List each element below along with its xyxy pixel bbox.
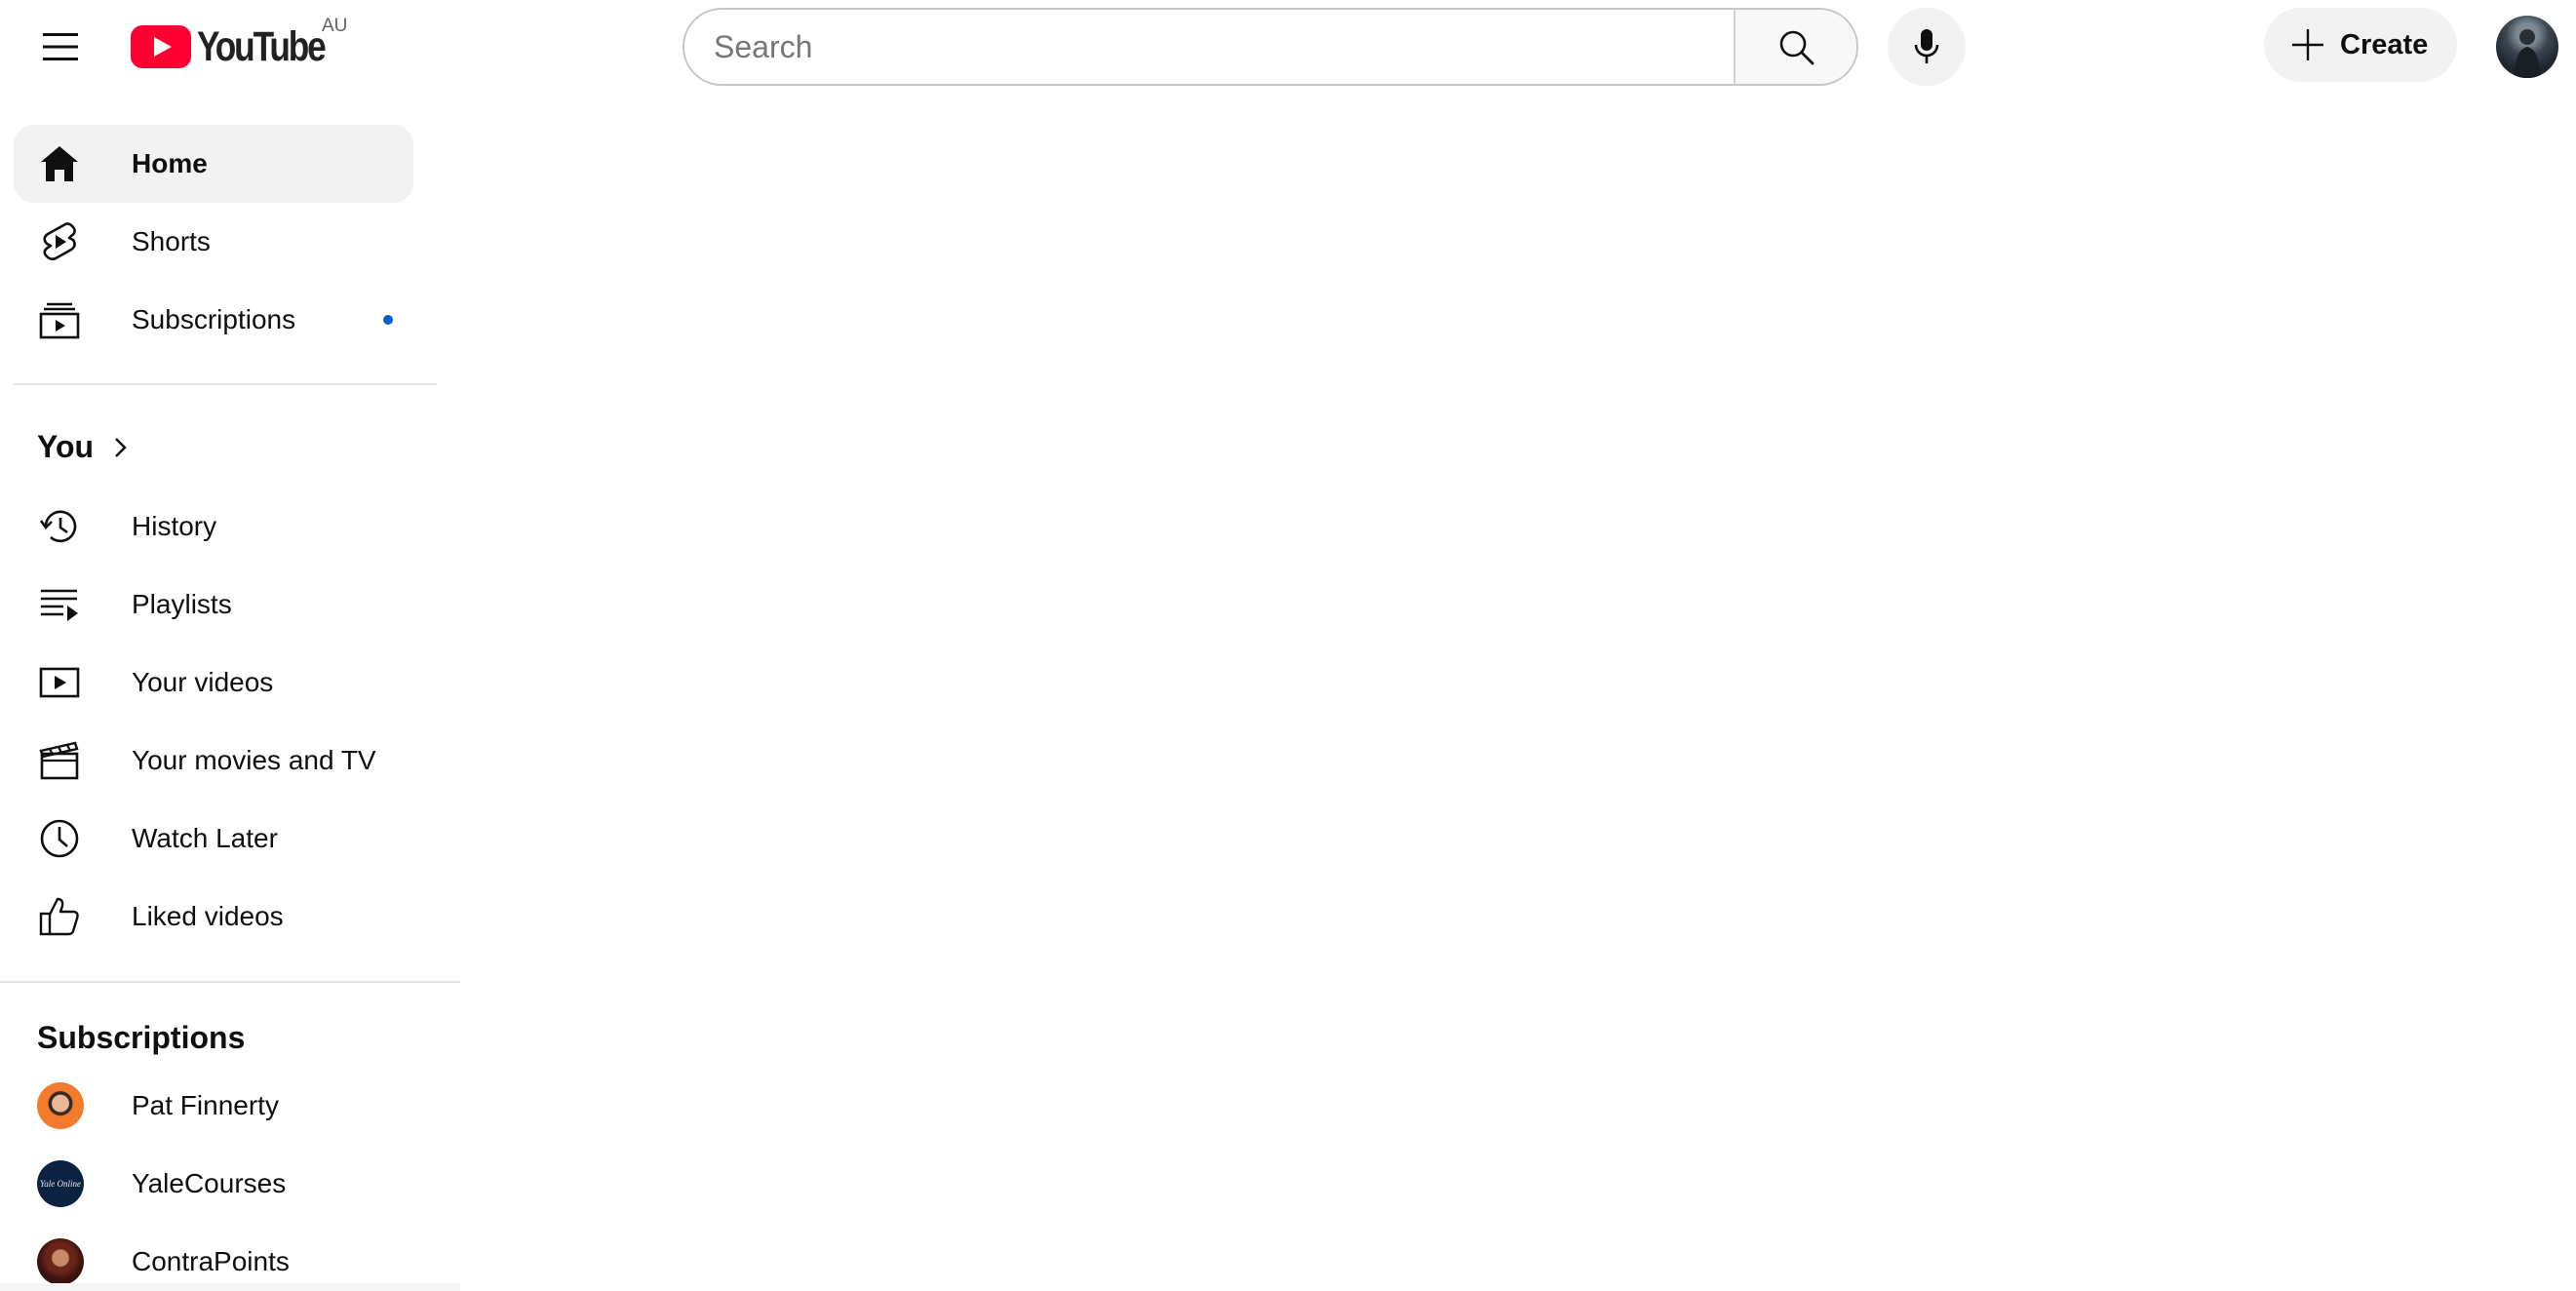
youtube-page: YouTube AU Create bbox=[0, 0, 2576, 1291]
search-box bbox=[683, 8, 1858, 86]
channel-avatar-text: Yale Online bbox=[40, 1179, 81, 1189]
youtube-logo[interactable]: YouTube bbox=[131, 23, 352, 70]
sidebar-item-label: Playlists bbox=[132, 589, 232, 619]
guide-menu-button[interactable] bbox=[21, 8, 99, 86]
channel-avatar bbox=[37, 1082, 84, 1129]
create-button[interactable]: Create bbox=[2264, 8, 2457, 82]
sidebar-item-label: History bbox=[132, 511, 217, 541]
sidebar-item-playlists[interactable]: Playlists bbox=[14, 566, 413, 644]
sidebar-item-label: Subscriptions bbox=[132, 304, 296, 334]
channel-name: ContraPoints bbox=[132, 1246, 290, 1276]
subscriptions-section-title: Subscriptions bbox=[37, 1020, 246, 1055]
sidebar-item-label: Your movies and TV bbox=[132, 745, 376, 775]
sidebar-item-your-videos[interactable]: Your videos bbox=[14, 644, 413, 722]
sidebar-item-label: Shorts bbox=[132, 226, 211, 256]
sidebar-channel-yalecourses[interactable]: Yale Online YaleCourses bbox=[14, 1145, 413, 1223]
create-label: Create bbox=[2340, 28, 2429, 60]
you-section-title: You bbox=[37, 429, 95, 464]
voice-search-button[interactable] bbox=[1888, 8, 1966, 86]
sidebar-item-liked-videos[interactable]: Liked videos bbox=[14, 878, 413, 956]
your-videos-icon bbox=[37, 660, 82, 705]
movies-icon bbox=[37, 738, 82, 783]
playlists-icon bbox=[37, 582, 82, 627]
hamburger-menu-icon bbox=[43, 33, 78, 60]
search-input[interactable] bbox=[684, 10, 1734, 84]
account-avatar-button[interactable] bbox=[2496, 16, 2558, 78]
you-section-header[interactable]: You bbox=[37, 429, 131, 465]
subscriptions-icon bbox=[37, 297, 82, 342]
sidebar-item-label: Liked videos bbox=[132, 901, 284, 931]
sidebar-item-history[interactable]: History bbox=[14, 488, 413, 566]
sidebar-item-label: Home bbox=[132, 148, 208, 178]
guide-sidebar: Home Shorts Subscriptions You History Pl… bbox=[0, 94, 460, 1291]
main-content bbox=[460, 94, 2576, 1291]
sidebar-item-movies-tv[interactable]: Your movies and TV bbox=[14, 722, 413, 800]
sidebar-item-label: Your videos bbox=[132, 667, 274, 697]
sidebar-divider bbox=[0, 981, 460, 983]
search-icon bbox=[1779, 30, 1815, 65]
youtube-play-logo-icon bbox=[131, 25, 191, 68]
sidebar-item-watch-later[interactable]: Watch Later bbox=[14, 800, 413, 878]
new-content-dot bbox=[383, 315, 393, 325]
microphone-icon bbox=[1914, 29, 1939, 63]
thumbs-up-icon bbox=[37, 894, 82, 939]
channel-name: Pat Finnerty bbox=[132, 1090, 279, 1120]
country-code: AU bbox=[322, 16, 348, 36]
channel-avatar: Yale Online bbox=[37, 1160, 84, 1207]
avatar-image bbox=[2514, 29, 2541, 78]
channel-name: YaleCourses bbox=[132, 1168, 287, 1198]
shorts-icon bbox=[37, 219, 82, 264]
sidebar-item-subscriptions[interactable]: Subscriptions bbox=[14, 281, 413, 359]
plus-icon bbox=[2292, 29, 2323, 60]
youtube-wordmark: YouTube bbox=[197, 22, 327, 70]
sidebar-item-home[interactable]: Home bbox=[14, 125, 413, 203]
history-icon bbox=[37, 504, 82, 549]
channel-avatar bbox=[37, 1238, 84, 1285]
home-icon bbox=[37, 141, 82, 186]
subscriptions-section-header: Subscriptions bbox=[37, 1020, 245, 1056]
sidebar-channel-pat-finnerty[interactable]: Pat Finnerty bbox=[14, 1067, 413, 1145]
masthead: YouTube AU Create bbox=[0, 0, 2576, 94]
sidebar-item-shorts[interactable]: Shorts bbox=[14, 203, 413, 281]
sidebar-channel-contrapoints[interactable]: ContraPoints bbox=[14, 1223, 413, 1291]
sidebar-divider bbox=[14, 383, 437, 385]
clock-icon bbox=[37, 816, 82, 861]
search-button[interactable] bbox=[1734, 10, 1856, 84]
chevron-right-icon bbox=[115, 437, 127, 457]
sidebar-item-label: Watch Later bbox=[132, 823, 278, 853]
sidebar-scroll-fade bbox=[0, 1283, 460, 1291]
